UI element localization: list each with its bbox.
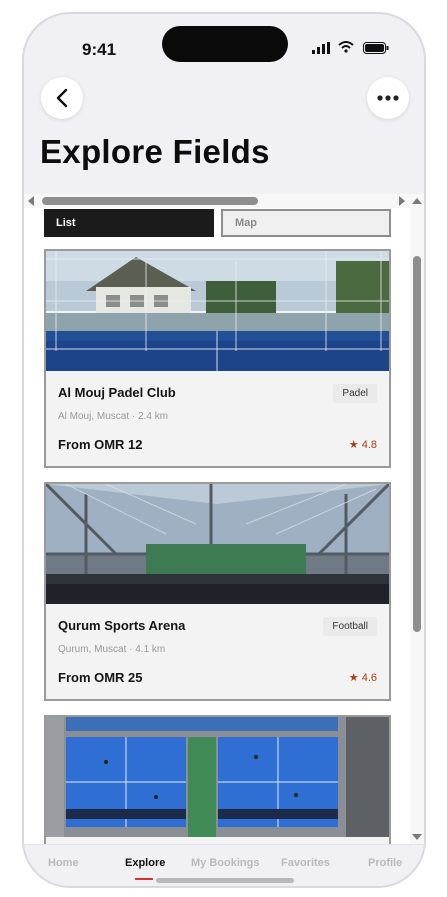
field-list-scroll-area[interactable]: List Map Al Mouj Padel Club Padel Al Mou… — [24, 194, 424, 844]
vertical-scroll-thumb[interactable] — [413, 256, 421, 632]
field-name: Qurum Sports Arena — [58, 618, 186, 633]
map-view-toggle[interactable]: Map — [221, 209, 391, 237]
active-tab-indicator — [135, 878, 153, 880]
wifi-icon — [338, 41, 354, 53]
signal-icon — [312, 42, 330, 54]
home-indicator[interactable] — [156, 878, 294, 883]
tab-my-bookings[interactable]: My Bookings — [191, 857, 259, 869]
field-rating: ★ 4.8 — [348, 439, 377, 451]
battery-icon — [363, 42, 389, 54]
scroll-left-arrow-icon[interactable] — [28, 196, 34, 206]
status-bar: 9:41 — [24, 14, 424, 74]
chevron-left-icon — [56, 88, 68, 108]
dynamic-island — [162, 26, 288, 62]
bottom-tab-bar: Home Explore My Bookings Favorites Profi… — [24, 844, 424, 886]
tab-profile[interactable]: Profile — [368, 857, 402, 869]
field-rating: ★ 4.6 — [348, 672, 377, 684]
scroll-down-arrow-icon[interactable] — [412, 834, 422, 840]
vertical-scrollbar[interactable] — [410, 194, 424, 844]
horizontal-scroll-thumb[interactable] — [42, 197, 258, 205]
scroll-up-arrow-icon[interactable] — [412, 198, 422, 204]
field-photo — [46, 251, 389, 371]
field-photo — [46, 484, 389, 604]
status-time: 9:41 — [82, 40, 117, 59]
field-price: From OMR 12 — [58, 437, 143, 452]
back-button[interactable] — [41, 77, 83, 119]
sport-tag: Football — [323, 617, 377, 636]
sport-tag: Padel — [333, 384, 377, 403]
field-card[interactable] — [44, 715, 391, 844]
field-card[interactable]: Al Mouj Padel Club Padel Al Mouj, Muscat… — [44, 249, 391, 468]
scroll-right-arrow-icon[interactable] — [399, 196, 405, 206]
field-card[interactable]: Qurum Sports Arena Football Qurum, Musca… — [44, 482, 391, 701]
horizontal-scrollbar[interactable] — [24, 194, 410, 208]
tab-favorites[interactable]: Favorites — [281, 857, 330, 869]
tab-home[interactable]: Home — [48, 857, 79, 869]
field-name: Al Mouj Padel Club — [58, 385, 176, 400]
tab-explore[interactable]: Explore — [125, 857, 165, 869]
field-price: From OMR 25 — [58, 670, 143, 685]
phone-frame: 9:41 Explore Fields List Map Al Mouj Pad… — [22, 12, 426, 888]
ellipsis-icon — [377, 95, 399, 101]
field-location: Qurum, Muscat · 4.1 km — [58, 644, 166, 655]
page-title: Explore Fields — [40, 133, 270, 170]
field-location: Al Mouj, Muscat · 2.4 km — [58, 411, 169, 422]
more-options-button[interactable] — [367, 77, 409, 119]
list-view-toggle[interactable]: List — [44, 209, 214, 237]
field-photo — [46, 717, 389, 837]
